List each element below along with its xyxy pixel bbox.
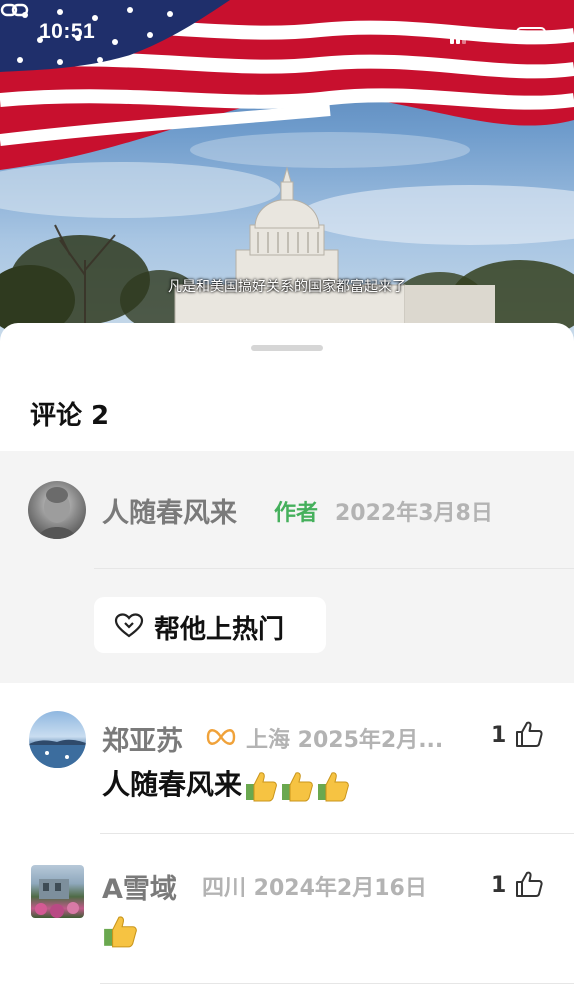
author-tag: 作者 (274, 501, 319, 526)
author-pinned-post: 人随春风来 作者 2022年3月8日 帮他上热门 (0, 451, 574, 683)
buddha-avatar-image (38, 487, 76, 539)
comment-location-date: 四川 2024年2月16日 (202, 876, 427, 901)
comment-item: 郑亚苏 上海 2025年2月... 1 人随春风来 (0, 683, 574, 834)
boost-button-label: 帮他上热门 (154, 615, 285, 645)
boost-button[interactable]: 帮他上热门 (94, 597, 326, 653)
comment-item: A雪域 四川 2024年2月16日 1 (0, 833, 574, 984)
comment-text (102, 913, 138, 949)
drag-handle[interactable] (251, 345, 323, 351)
comments-title: 评论 2 (30, 401, 110, 431)
thumbs-up-emoji (318, 772, 349, 802)
video-subtitle: 凡是和美国搞好关系的国家都富起来了 (168, 279, 406, 295)
thumbs-up-emoji (282, 772, 313, 802)
commenter-name[interactable]: 郑亚苏 (102, 719, 183, 758)
comment-location-date: 上海 2025年2月... (246, 728, 444, 753)
like-count: 1 (491, 873, 507, 898)
thumbs-up-icon[interactable] (514, 719, 544, 749)
battery-icon (516, 27, 549, 43)
author-name[interactable]: 人随春风来 (102, 491, 237, 530)
infinity-badge-icon (206, 729, 236, 745)
garden-avatar-image (35, 879, 79, 918)
comments-sheet: 评论 2 人随春风来 作者 2022年3月8日 帮他上热门 郑亚苏 上海 202… (0, 323, 574, 1000)
divider (94, 568, 574, 569)
link-icon (0, 3, 29, 17)
comment-text-content: 人随春风来 (102, 768, 243, 801)
thumbs-up-emoji (104, 916, 137, 948)
avatar[interactable] (31, 865, 84, 918)
divider (100, 983, 574, 984)
video-player[interactable]: 10:51 凡是和美国搞好关系的国家都富起来了 (0, 0, 574, 345)
comment-text: 人随春风来 (102, 763, 350, 803)
commenter-name[interactable]: A雪域 (102, 867, 177, 906)
like-count: 1 (491, 723, 507, 748)
status-time: 10:51 (39, 20, 96, 43)
signal-icon (450, 28, 470, 44)
lake-avatar-image (29, 739, 86, 768)
avatar[interactable] (29, 711, 86, 768)
thumbs-up-icon[interactable] (514, 869, 544, 899)
avatar[interactable] (28, 481, 86, 539)
status-bar: 10:51 (0, 0, 574, 70)
thumbs-up-emoji (246, 772, 277, 802)
heart-boost-icon (114, 613, 144, 638)
post-date: 2022年3月8日 (335, 501, 493, 526)
